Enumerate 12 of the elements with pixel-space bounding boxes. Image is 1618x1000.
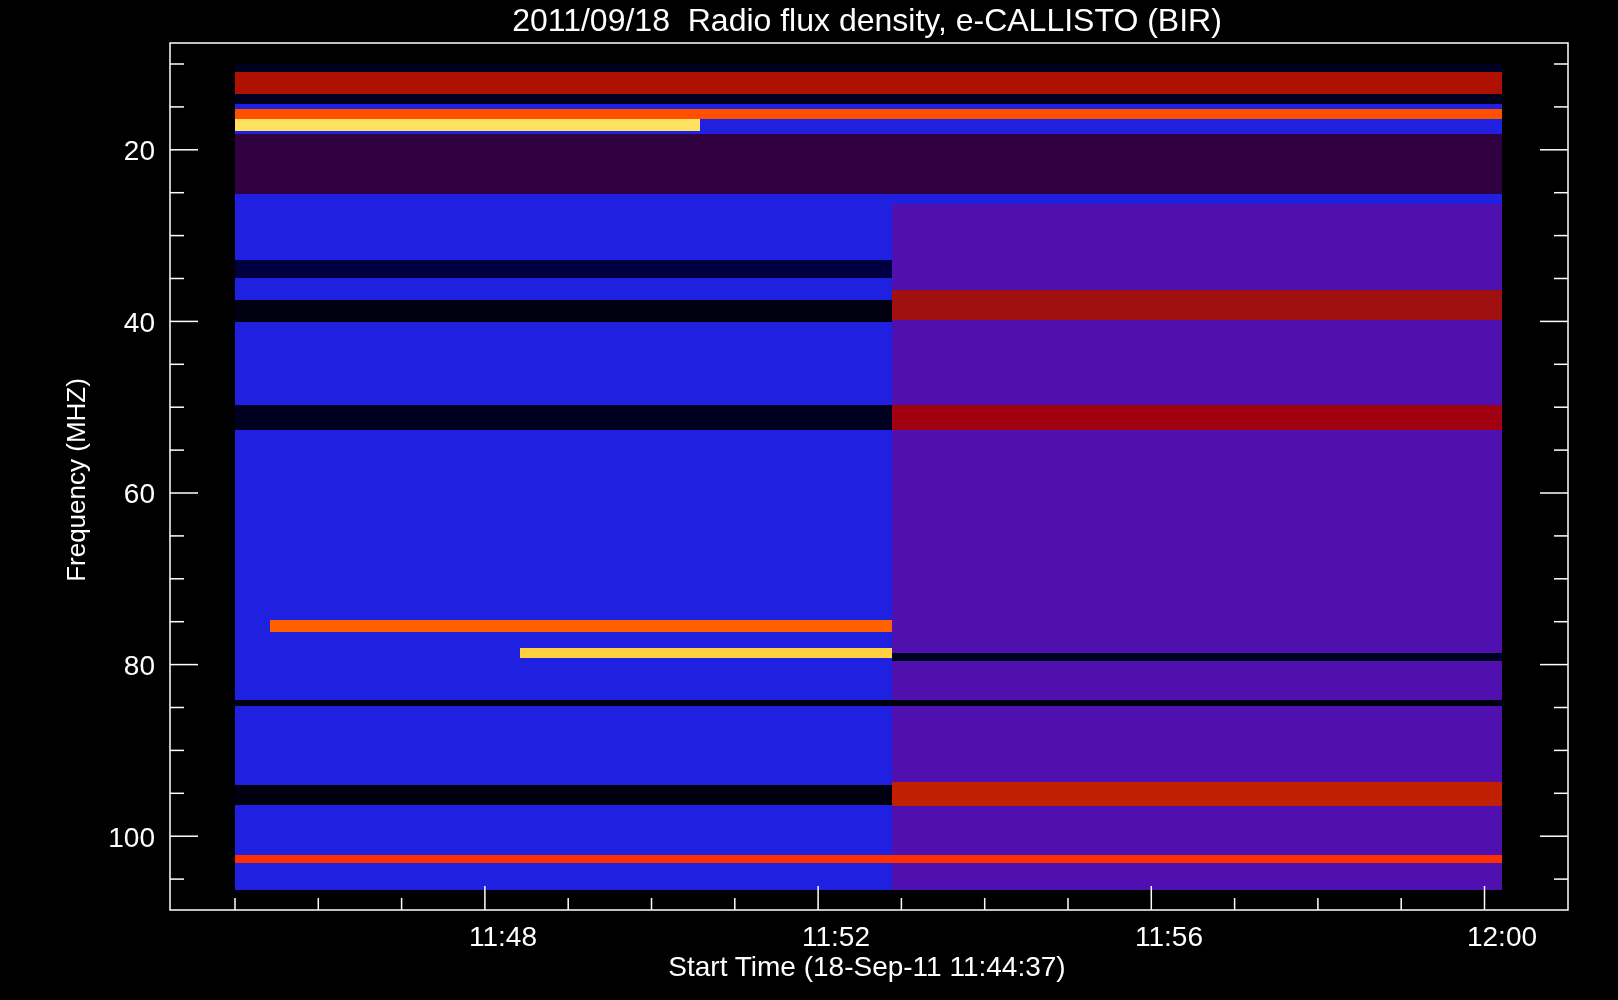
x-tick-label: 11:56 <box>1135 921 1203 952</box>
y-tick-label: 40 <box>123 306 155 338</box>
x-axis-label: Start Time (18-Sep-11 11:44:37) <box>668 951 1066 982</box>
x-tick-label: 12:00 <box>1466 921 1538 952</box>
chart-title: 2011/09/18 Radio flux density, e-CALLISTO (BIR) <box>512 2 1222 38</box>
y-axis-label: Frequency (MHZ) <box>61 378 91 582</box>
y-tick-label: 20 <box>123 135 155 166</box>
x-tick-label: 11:52 <box>802 921 870 952</box>
y-tick-label: 60 <box>123 478 155 510</box>
y-tick-label: 100 <box>108 821 155 853</box>
y-tick-label: 80 <box>123 650 155 682</box>
x-tick-label: 11:48 <box>469 921 537 952</box>
